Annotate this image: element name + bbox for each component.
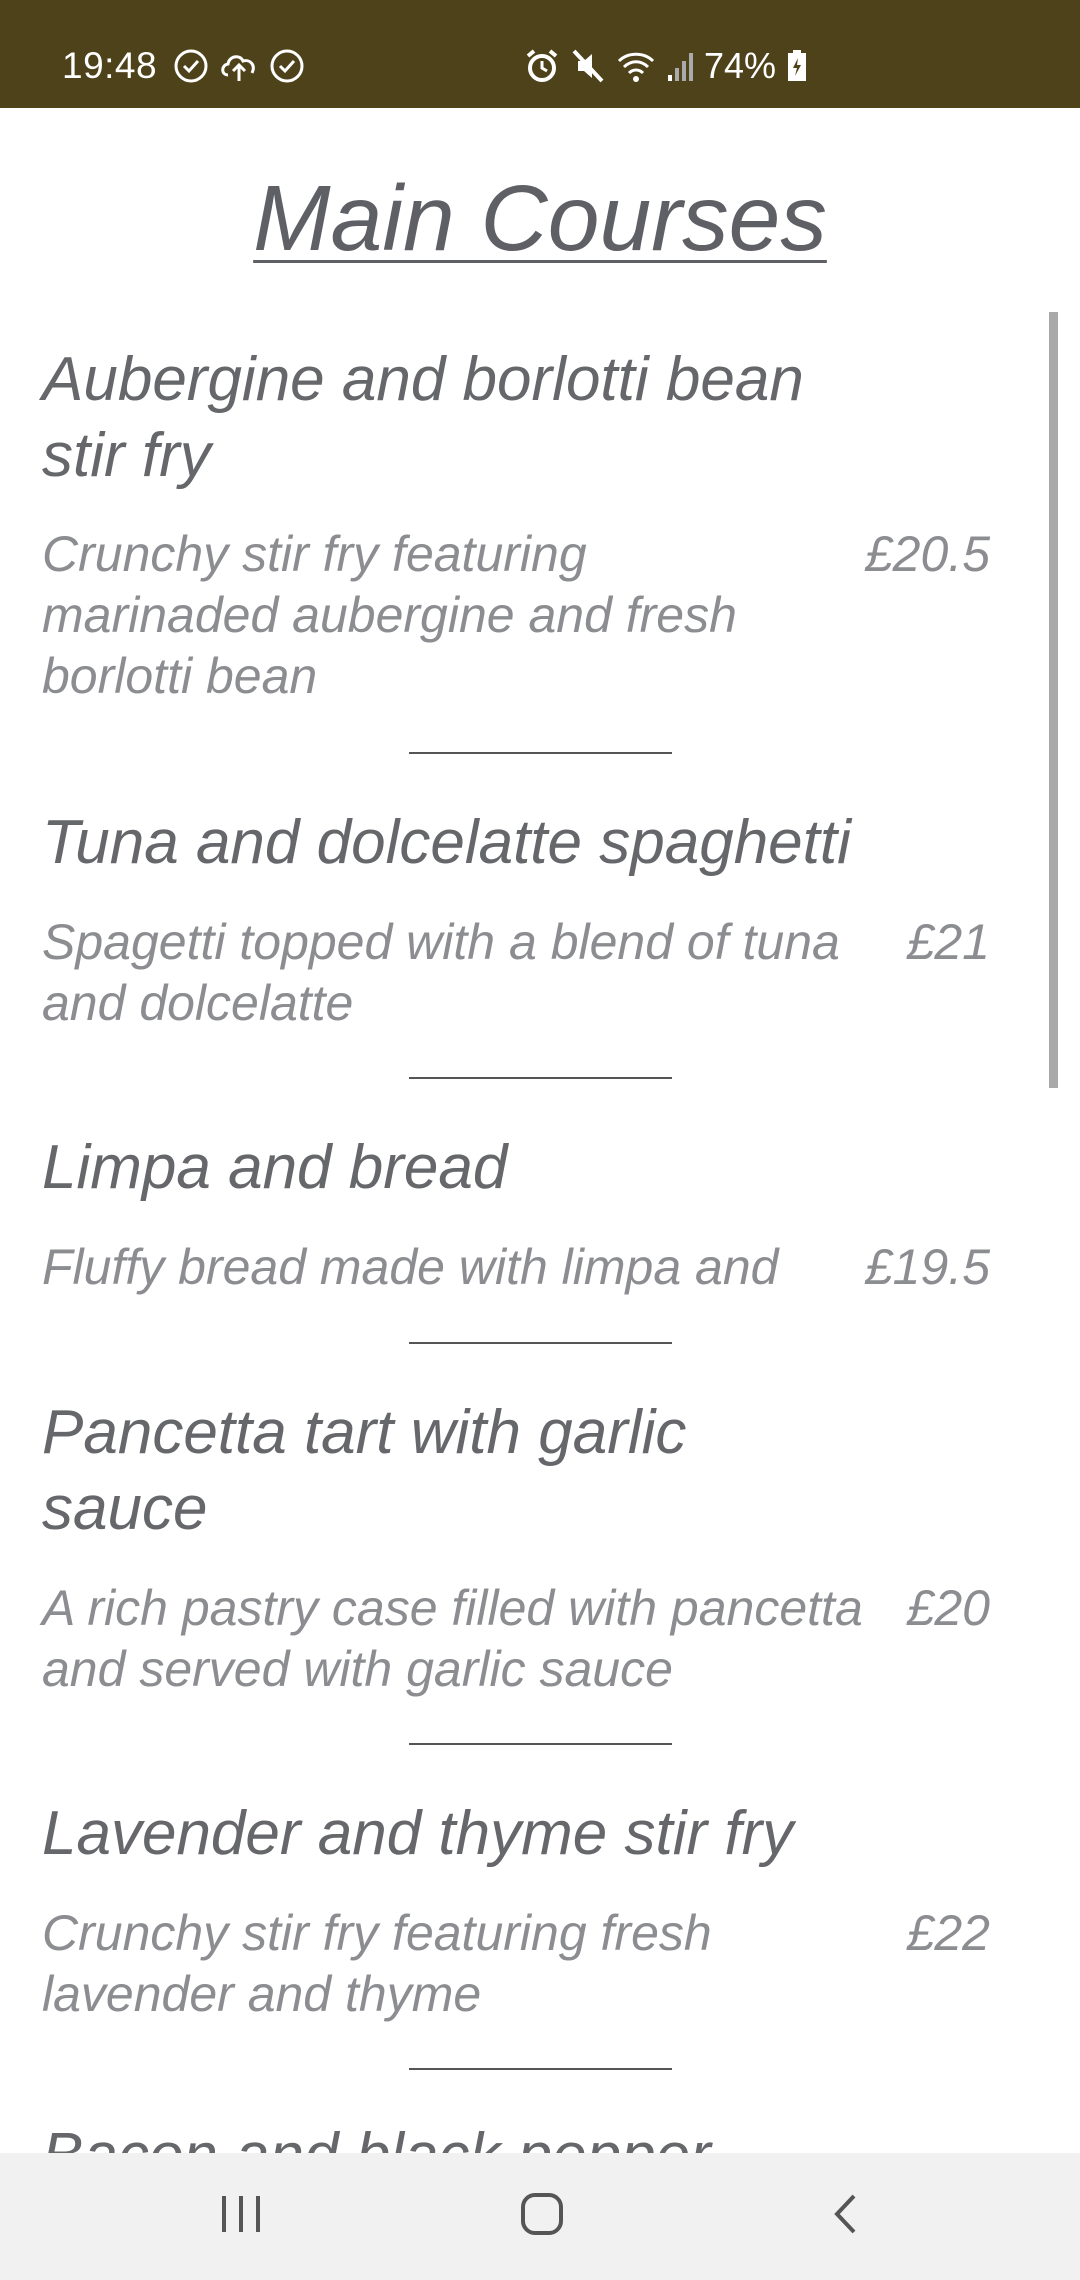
divider — [409, 1743, 672, 1745]
dish-price: £19.5 — [864, 1239, 990, 1295]
menu-list[interactable]: Main Courses Aubergine and borlotti bean… — [0, 0, 1080, 2153]
divider — [409, 1342, 672, 1344]
dish-description: Fluffy bread made with limpa and — [42, 1239, 779, 1295]
navigation-bar — [0, 2153, 1080, 2280]
divider — [409, 2068, 672, 2070]
dish-description: Spagetti topped with a blend of tuna and… — [42, 914, 840, 1031]
home-icon — [519, 2191, 565, 2242]
dish-description: Crunchy stir fry featuring marinaded aub… — [42, 526, 737, 704]
recent-apps-button[interactable] — [181, 2171, 301, 2261]
dish-name: Aubergine and borlotti bean stir fry — [42, 345, 804, 490]
dish-description: A rich pastry case filled with pancetta … — [42, 1580, 863, 1697]
dish-name: Lavender and thyme stir fry — [42, 1799, 794, 1868]
divider — [409, 1077, 672, 1079]
dish-name: Bacon and black pepper — [42, 2118, 872, 2153]
dish-name: Pancetta tart with garlic sauce — [42, 1398, 687, 1543]
dish-name: Tuna and dolcelatte spaghetti — [42, 808, 851, 877]
scrollbar-thumb[interactable] — [1049, 312, 1058, 1088]
dish-name: Limpa and bread — [42, 1133, 508, 1202]
back-icon — [830, 2192, 860, 2241]
page-title: Main Courses — [253, 166, 827, 270]
dish-price: £22 — [906, 1905, 990, 1961]
dish-price: £20 — [906, 1580, 990, 1636]
dish-price: £21 — [906, 914, 990, 970]
home-button[interactable] — [482, 2171, 602, 2261]
dish-description: Crunchy stir fry featuring fresh lavende… — [42, 1905, 712, 2022]
dish-price: £20.5 — [864, 526, 990, 582]
back-button[interactable] — [785, 2171, 905, 2261]
divider — [409, 752, 672, 754]
recent-apps-icon — [218, 2194, 264, 2239]
